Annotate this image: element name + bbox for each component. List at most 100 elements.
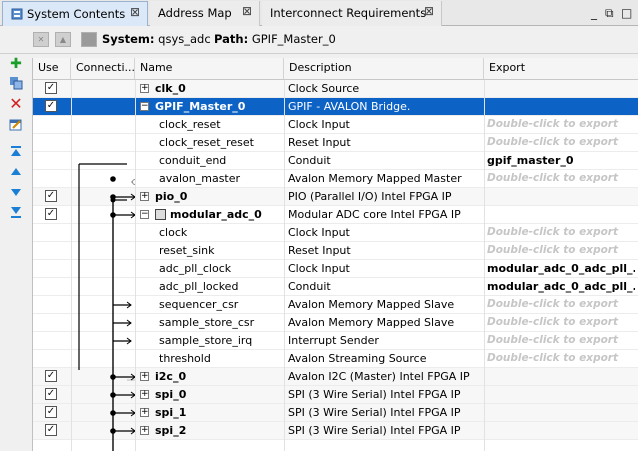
expand-icon[interactable]: +: [140, 372, 149, 381]
description-cell: Interrupt Sender: [288, 334, 379, 347]
connection-dot[interactable]: [110, 176, 116, 182]
name-cell[interactable]: clock_reset_reset: [159, 134, 287, 151]
description-cell: Conduit: [288, 280, 331, 293]
component-name: clock_reset_reset: [159, 136, 254, 149]
use-checkbox[interactable]: ✓: [45, 406, 57, 418]
close-icon[interactable]: ⊠: [130, 5, 140, 19]
export-cell[interactable]: [487, 188, 635, 205]
name-cell[interactable]: sample_store_csr: [159, 314, 287, 331]
export-cell[interactable]: [487, 404, 635, 421]
tab-address-map[interactable]: Address Map ⊠: [150, 1, 260, 26]
name-cell[interactable]: pio_0: [155, 188, 283, 205]
use-checkbox[interactable]: ✓: [45, 100, 57, 112]
name-cell[interactable]: clk_0: [155, 80, 283, 97]
component-name: spi_0: [155, 388, 187, 401]
use-checkbox[interactable]: ✓: [45, 388, 57, 400]
column-header-name[interactable]: Name: [135, 58, 284, 79]
duplicate-icon[interactable]: [8, 76, 24, 92]
maximize-icon[interactable]: □: [621, 6, 632, 20]
tab-label: System Contents: [27, 7, 126, 21]
expand-icon[interactable]: +: [140, 84, 149, 93]
export-cell[interactable]: Double-click to export: [487, 170, 635, 187]
tab-bar: System Contents ⊠ Address Map ⊠ Intercon…: [0, 0, 638, 26]
tab-system-contents[interactable]: System Contents ⊠: [2, 1, 148, 26]
name-cell[interactable]: threshold: [159, 350, 287, 367]
name-cell[interactable]: adc_pll_locked: [159, 278, 287, 295]
export-cell[interactable]: [487, 368, 635, 385]
column-header-export[interactable]: Export: [484, 58, 638, 79]
move-up-icon[interactable]: [8, 166, 24, 182]
use-checkbox[interactable]: ✓: [45, 82, 57, 94]
remove-icon[interactable]: ✕: [8, 96, 24, 112]
close-icon[interactable]: ⊠: [424, 4, 434, 18]
export-cell[interactable]: gpif_master_0: [487, 152, 635, 169]
description-cell: Avalon Memory Mapped Slave: [288, 298, 455, 311]
expand-icon[interactable]: +: [140, 390, 149, 399]
description-cell: PIO (Parallel I/O) Intel FPGA IP: [288, 190, 452, 203]
export-cell[interactable]: [487, 206, 635, 223]
column-header-connections[interactable]: Connecti...: [71, 58, 135, 79]
collapse-icon[interactable]: −: [140, 102, 149, 111]
export-cell[interactable]: [487, 98, 635, 115]
name-cell[interactable]: spi_1: [155, 404, 283, 421]
use-checkbox[interactable]: ✓: [45, 370, 57, 382]
column-header-use[interactable]: Use: [33, 58, 71, 79]
export-cell[interactable]: Double-click to export: [487, 332, 635, 349]
use-checkbox[interactable]: ✓: [45, 208, 57, 220]
close-icon[interactable]: ⊠: [242, 4, 252, 18]
name-cell[interactable]: conduit_end: [159, 152, 287, 169]
connection-lines: [78, 163, 135, 451]
export-cell[interactable]: modular_adc_0_adc_pll_...: [487, 278, 635, 295]
name-cell[interactable]: i2c_0: [155, 368, 283, 385]
restore-icon[interactable]: ⧉: [605, 6, 614, 21]
expand-icon[interactable]: +: [140, 426, 149, 435]
export-cell[interactable]: Double-click to export: [487, 116, 635, 133]
export-cell[interactable]: [487, 422, 635, 439]
module-icon: [155, 209, 166, 220]
name-cell[interactable]: sample_store_irq: [159, 332, 287, 349]
add-component-icon[interactable]: ✚: [8, 56, 24, 72]
component-name: conduit_end: [159, 154, 227, 167]
expand-icon[interactable]: +: [140, 408, 149, 417]
name-cell[interactable]: modular_adc_0: [155, 206, 283, 223]
tab-label: Address Map: [158, 6, 232, 20]
expand-icon[interactable]: +: [140, 192, 149, 201]
description-cell: Avalon Memory Mapped Master: [288, 172, 462, 185]
name-cell[interactable]: sequencer_csr: [159, 296, 287, 313]
export-cell[interactable]: modular_adc_0_adc_pll_...: [487, 260, 635, 277]
column-header-description[interactable]: Description: [284, 58, 484, 79]
name-cell[interactable]: spi_2: [155, 422, 283, 439]
edit-icon[interactable]: [8, 118, 24, 134]
system-contents-icon: [11, 8, 23, 20]
description-cell: Modular ADC core Intel FPGA IP: [288, 208, 461, 221]
name-cell[interactable]: clock_reset: [159, 116, 287, 133]
collapse-icon[interactable]: −: [140, 210, 149, 219]
name-cell[interactable]: GPIF_Master_0: [155, 98, 283, 115]
export-cell[interactable]: Double-click to export: [487, 314, 635, 331]
name-cell[interactable]: clock: [159, 224, 287, 241]
move-bottom-icon[interactable]: [8, 206, 24, 222]
export-cell[interactable]: Double-click to export: [487, 296, 635, 313]
move-top-icon[interactable]: [8, 146, 24, 162]
use-checkbox[interactable]: ✓: [45, 424, 57, 436]
tab-interconnect-requirements[interactable]: Interconnect Requirements ⊠: [262, 1, 442, 26]
name-cell[interactable]: avalon_master: [159, 170, 287, 187]
use-checkbox[interactable]: ✓: [45, 190, 57, 202]
export-cell[interactable]: [487, 386, 635, 403]
export-cell[interactable]: Double-click to export: [487, 134, 635, 151]
export-cell[interactable]: [487, 80, 635, 97]
name-cell[interactable]: adc_pll_clock: [159, 260, 287, 277]
minimize-icon[interactable]: _: [591, 6, 597, 20]
move-down-icon[interactable]: [8, 186, 24, 202]
name-cell[interactable]: reset_sink: [159, 242, 287, 259]
description-cell: Clock Input: [288, 226, 350, 239]
table-header: Use Connecti... Name Description Export: [33, 58, 638, 80]
collapse-icon[interactable]: ✕: [33, 32, 49, 47]
export-cell[interactable]: Double-click to export: [487, 224, 635, 241]
up-icon[interactable]: ▲: [55, 32, 71, 47]
export-cell[interactable]: Double-click to export: [487, 350, 635, 367]
export-cell[interactable]: Double-click to export: [487, 242, 635, 259]
system-value: qsys_adc: [158, 32, 211, 46]
name-cell[interactable]: spi_0: [155, 386, 283, 403]
component-name: sample_store_csr: [159, 316, 255, 329]
